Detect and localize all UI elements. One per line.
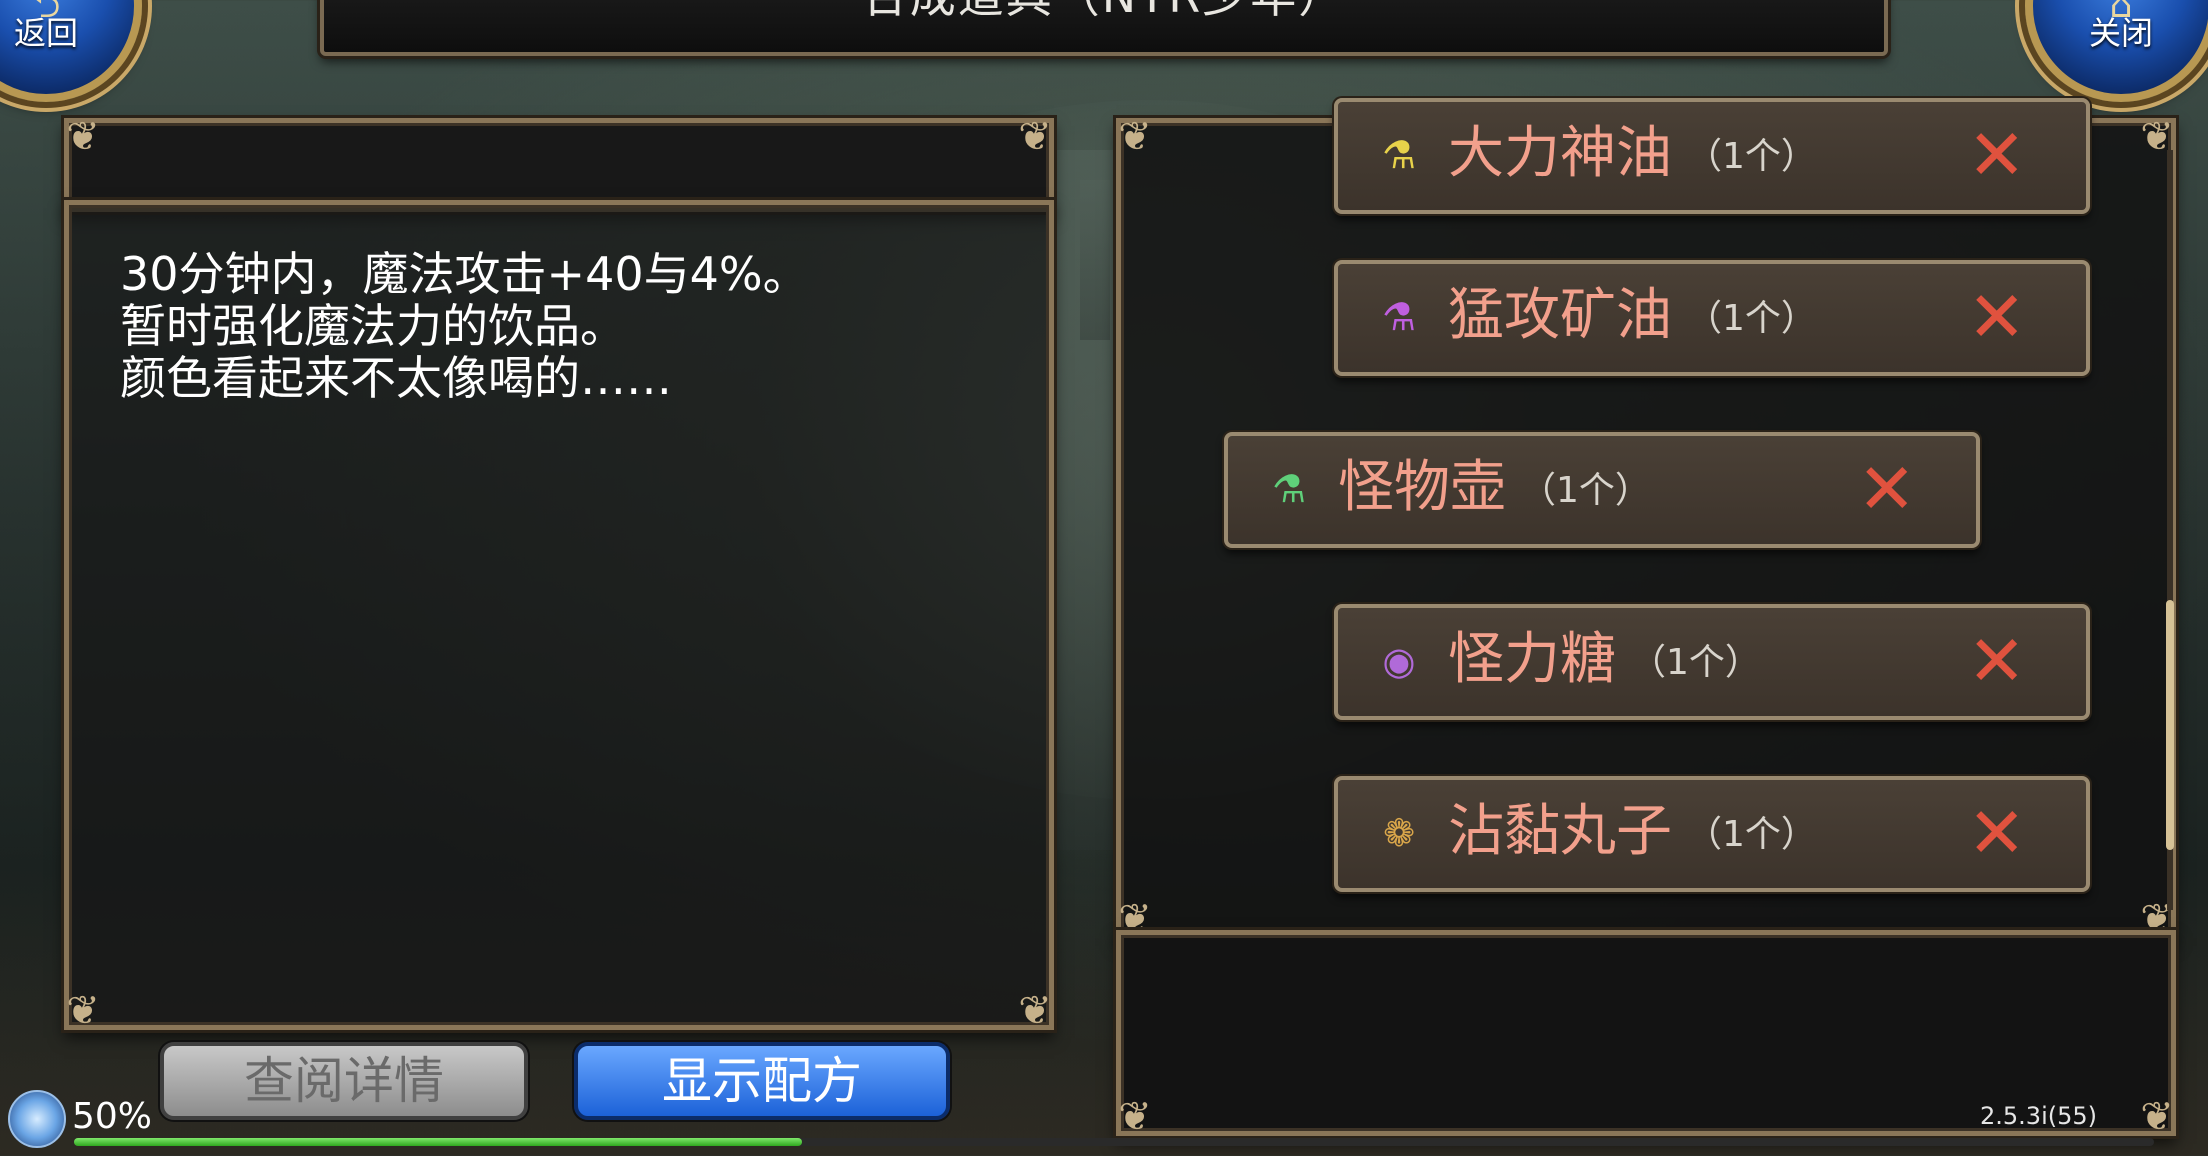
ingredient-name: 怪物壶 (1338, 455, 1506, 520)
ingredient-quantity: （1个） (1520, 469, 1651, 511)
ornament-corner-icon: ❦ (1118, 1094, 1152, 1140)
background-tower (1080, 180, 1110, 340)
ingredient-name: 沾黏丸子 (1448, 799, 1672, 864)
version-label: 2.5.3i(55) (1980, 1102, 2097, 1130)
ingredient-item-selected[interactable]: ⚗ 怪物壶 （1个） ✕ (1224, 432, 1980, 548)
remove-ingredient-icon[interactable]: ✕ (1967, 798, 2026, 868)
progress-bar (74, 1138, 2154, 1146)
remove-ingredient-icon[interactable]: ✕ (1857, 454, 1916, 524)
ornament-corner-icon: ❦ (1018, 988, 1052, 1034)
list-scrollbar-thumb[interactable] (2166, 600, 2174, 850)
remove-ingredient-icon[interactable]: ✕ (1967, 626, 2026, 696)
ingredient-name: 大力神油 (1448, 121, 1672, 186)
remove-ingredient-icon[interactable]: ✕ (1967, 120, 2026, 190)
progress-bar-fill (74, 1138, 802, 1146)
purple-potion-icon: ⚗ (1381, 295, 1417, 339)
ornament-corner-icon: ❦ (1118, 114, 1152, 160)
close-button-label: 关闭 (2088, 14, 2153, 52)
loading-orb-icon (8, 1090, 66, 1148)
remove-ingredient-icon[interactable]: ✕ (1967, 282, 2026, 352)
dumpling-icon: ❁ (1383, 811, 1415, 855)
ingredient-name: 怪力糖 (1448, 627, 1616, 692)
view-details-button[interactable]: 查阅详情 (160, 1042, 528, 1120)
ingredient-item[interactable]: ◉ 怪力糖 （1个） ✕ (1334, 604, 2090, 720)
ingredient-item[interactable]: ⚗ 大力神油 （1个） ✕ (1334, 98, 2090, 214)
ornament-corner-icon: ❦ (2140, 1094, 2174, 1140)
page-title: 合成道具（NTR少年） (324, 0, 1884, 26)
show-recipe-button[interactable]: 显示配方 (574, 1042, 950, 1120)
item-description: 30分钟内，魔法攻击+40与4%。 暂时强化魔法力的饮品。 颜色看起来不太像喝的… (120, 248, 1000, 404)
ornament-corner-icon: ❦ (66, 988, 100, 1034)
description-line: 30分钟内，魔法攻击+40与4%。 (120, 247, 809, 301)
ornament-corner-icon: ❦ (1018, 114, 1052, 160)
ingredient-name: 猛攻矿油 (1448, 283, 1672, 348)
description-line: 颜色看起来不太像喝的…… (120, 351, 672, 405)
description-line: 暂时强化魔法力的饮品。 (120, 299, 626, 353)
yellow-potion-icon: ⚗ (1381, 133, 1417, 177)
item-preview-header: ❦ ❦ (64, 114, 1054, 212)
close-button[interactable]: ⌂ 关闭 (2025, 0, 2208, 102)
ornament-corner-icon: ❦ (66, 114, 100, 160)
green-potion-icon: ⚗ (1271, 467, 1307, 511)
ingredient-quantity: （1个） (1630, 641, 1761, 683)
back-button-label: 返回 (13, 14, 78, 52)
ingredient-quantity: （1个） (1686, 813, 1817, 855)
ingredient-quantity: （1个） (1686, 135, 1817, 177)
back-button[interactable]: ⮌ 返回 (0, 0, 142, 102)
ingredient-item[interactable]: ⚗ 猛攻矿油 （1个） ✕ (1334, 260, 2090, 376)
progress-percent: 50% (72, 1096, 153, 1137)
ingredient-item[interactable]: ❁ 沾黏丸子 （1个） ✕ (1334, 776, 2090, 892)
ingredient-quantity: （1个） (1686, 297, 1817, 339)
purple-orb-icon: ◉ (1382, 639, 1416, 683)
title-bar: 合成道具（NTR少年） (320, 0, 1888, 56)
